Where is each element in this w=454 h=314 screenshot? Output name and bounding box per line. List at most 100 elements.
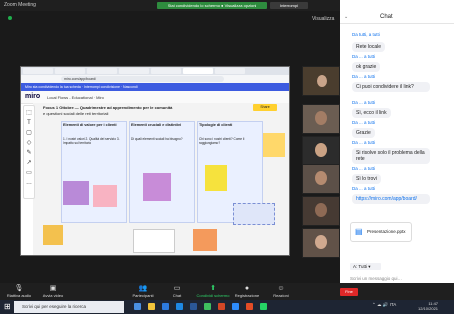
clock-date: 12/10/2021 bbox=[418, 306, 439, 311]
select-tool-icon[interactable]: ⬚ bbox=[26, 110, 32, 116]
chat-message[interactable]: Ci puoi condividere il link? bbox=[352, 82, 430, 92]
screen-share-banner[interactable]: Stai condividendo lo schermo ● Visualizz… bbox=[157, 2, 267, 9]
store-icon[interactable] bbox=[176, 303, 183, 310]
sticky-note[interactable] bbox=[193, 229, 217, 251]
mute-label: Riattiva audio bbox=[6, 293, 32, 298]
chat-sender: Da ... a tutti bbox=[352, 140, 376, 145]
participant-video[interactable] bbox=[302, 136, 340, 166]
chat-message[interactable]: Si risolve solo il problema della rete bbox=[352, 148, 430, 164]
chat-message[interactable]: Sì lo trovi bbox=[352, 174, 381, 184]
miro-logo[interactable]: miro bbox=[25, 93, 40, 100]
taskbar-clock[interactable]: 11:47 12/10/2021 bbox=[418, 301, 438, 311]
excel-icon[interactable] bbox=[204, 303, 211, 310]
address-bar[interactable]: miro.com/app/board/ bbox=[61, 76, 224, 82]
view-button[interactable]: Visualizza bbox=[312, 16, 334, 22]
sticky-note[interactable] bbox=[263, 133, 285, 157]
miro-canvas[interactable]: Focus 1 Ottobre — Quadrimestre ad appren… bbox=[33, 103, 289, 255]
chat-message[interactable]: ok grazie bbox=[352, 62, 381, 72]
participant-video[interactable] bbox=[302, 104, 340, 134]
text-card[interactable] bbox=[133, 229, 175, 253]
chat-sender: Da ... a tutti bbox=[352, 186, 376, 191]
sticky-note[interactable] bbox=[143, 173, 171, 201]
chrome-icon[interactable] bbox=[246, 303, 253, 310]
participant-face bbox=[315, 235, 327, 249]
pen-tool-icon[interactable]: ✎ bbox=[26, 150, 32, 156]
windows-start-icon[interactable]: ⊞ bbox=[4, 302, 11, 311]
sharing-info-banner: Miro sta condividendo la tua scheda · In… bbox=[21, 83, 289, 91]
chat-header bbox=[340, 11, 454, 24]
sticky-note[interactable] bbox=[63, 181, 89, 205]
chat-message[interactable]: Sì, ecco il link bbox=[352, 108, 391, 118]
sticky-tool-icon[interactable]: ▢ bbox=[26, 130, 32, 136]
chat-icon: ▭ bbox=[173, 285, 181, 292]
chat-collapse-icon[interactable]: ⌄ bbox=[344, 14, 348, 20]
browser-tab-strip bbox=[21, 67, 289, 75]
chat-file-attachment[interactable]: ▤ Presentazione.pptx bbox=[350, 222, 412, 242]
record-icon: ● bbox=[244, 285, 250, 292]
chat-recipient-select[interactable]: A: Tutti ▾ bbox=[350, 263, 381, 270]
record-button[interactable]: ● Registrazione bbox=[230, 285, 264, 298]
share-screen-button[interactable]: ⬆ Condividi schermo bbox=[196, 285, 230, 298]
more-tools-icon[interactable]: … bbox=[26, 180, 32, 186]
sticky-note[interactable] bbox=[205, 165, 227, 191]
reactions-button[interactable]: ☺ Reazioni bbox=[264, 285, 298, 298]
end-meeting-button[interactable]: Fine bbox=[340, 288, 358, 296]
chat-message[interactable]: Rete locale bbox=[352, 42, 386, 52]
mute-button[interactable]: 🎙 Riattiva audio bbox=[2, 285, 36, 298]
task-view-icon[interactable] bbox=[134, 303, 141, 310]
column-body: Chi sono i nostri clienti? Come li raggi… bbox=[199, 137, 245, 145]
comment-tool-icon[interactable]: ▭ bbox=[26, 170, 32, 176]
participant-video[interactable] bbox=[302, 164, 340, 194]
zoom-app-icon[interactable] bbox=[232, 303, 239, 310]
system-tray[interactable]: ⌃ ☁ 🔊 ITA bbox=[372, 302, 396, 308]
column-title: Tipologie di clienti bbox=[199, 123, 233, 127]
participant-face bbox=[317, 75, 327, 87]
chat-button[interactable]: ▭ Chat bbox=[160, 285, 194, 298]
browser-tab[interactable] bbox=[215, 68, 245, 74]
miro-tool-panel: ⬚ T ▢ ◇ ✎ ↗ ▭ … bbox=[23, 105, 35, 199]
file-explorer-icon[interactable] bbox=[148, 303, 155, 310]
file-icon: ▤ bbox=[355, 227, 363, 236]
chat-input[interactable]: Scrivi un messaggio qui… bbox=[350, 276, 402, 281]
browser-tab[interactable] bbox=[119, 68, 149, 74]
chat-link-message[interactable]: https://miro.com/app/board/ bbox=[352, 194, 430, 204]
browser-tab-active[interactable] bbox=[183, 68, 213, 74]
arrow-tool-icon[interactable]: ↗ bbox=[26, 160, 32, 166]
sticky-note[interactable] bbox=[93, 185, 117, 207]
word-icon[interactable] bbox=[190, 303, 197, 310]
video-button[interactable]: ▣ Avvia video bbox=[36, 285, 70, 298]
whatsapp-icon[interactable] bbox=[260, 303, 267, 310]
column-title: Elementi di valore per i clienti bbox=[63, 123, 117, 127]
participant-face bbox=[315, 203, 327, 217]
stop-share-button[interactable]: Interrompi bbox=[270, 2, 308, 9]
browser-tab[interactable] bbox=[23, 68, 53, 74]
participants-button[interactable]: 👥 Partecipanti bbox=[126, 285, 160, 298]
participant-video[interactable] bbox=[302, 66, 340, 96]
share-icon: ⬆ bbox=[210, 285, 216, 292]
chat-label: Chat bbox=[172, 293, 182, 298]
participant-face bbox=[315, 111, 327, 125]
browser-tab[interactable] bbox=[87, 68, 117, 74]
sticky-note[interactable] bbox=[43, 225, 63, 245]
shape-tool-icon[interactable]: ◇ bbox=[26, 140, 32, 146]
diagram-cluster[interactable] bbox=[233, 203, 275, 225]
participant-video[interactable] bbox=[302, 228, 340, 258]
share-button[interactable]: Share bbox=[253, 104, 277, 111]
edge-icon[interactable] bbox=[162, 303, 169, 310]
browser-tab[interactable] bbox=[55, 68, 85, 74]
powerpoint-icon[interactable] bbox=[218, 303, 225, 310]
video-icon: ▣ bbox=[49, 285, 57, 292]
browser-tab[interactable] bbox=[151, 68, 181, 74]
chat-sender: Da ... a tutti bbox=[352, 120, 376, 125]
chat-sender: Da tutti, a tutti bbox=[352, 32, 380, 37]
participant-face bbox=[315, 143, 327, 157]
column-body: Di quali elementi sociali ha bisogno? bbox=[131, 137, 183, 141]
security-shield-icon[interactable] bbox=[8, 16, 12, 20]
column-title: Elementi cruciali e distintivi bbox=[131, 123, 182, 127]
chat-message[interactable]: Grazie bbox=[352, 128, 375, 138]
participant-video[interactable] bbox=[302, 196, 340, 226]
miro-board-name[interactable]: Local Flows - Educational · Miro bbox=[47, 95, 104, 100]
taskbar-search-input[interactable]: Scrivi qui per eseguire la ricerca bbox=[14, 301, 124, 313]
text-tool-icon[interactable]: T bbox=[26, 120, 32, 126]
canvas-subheading: e questioni sociali delle reti territori… bbox=[43, 111, 109, 116]
